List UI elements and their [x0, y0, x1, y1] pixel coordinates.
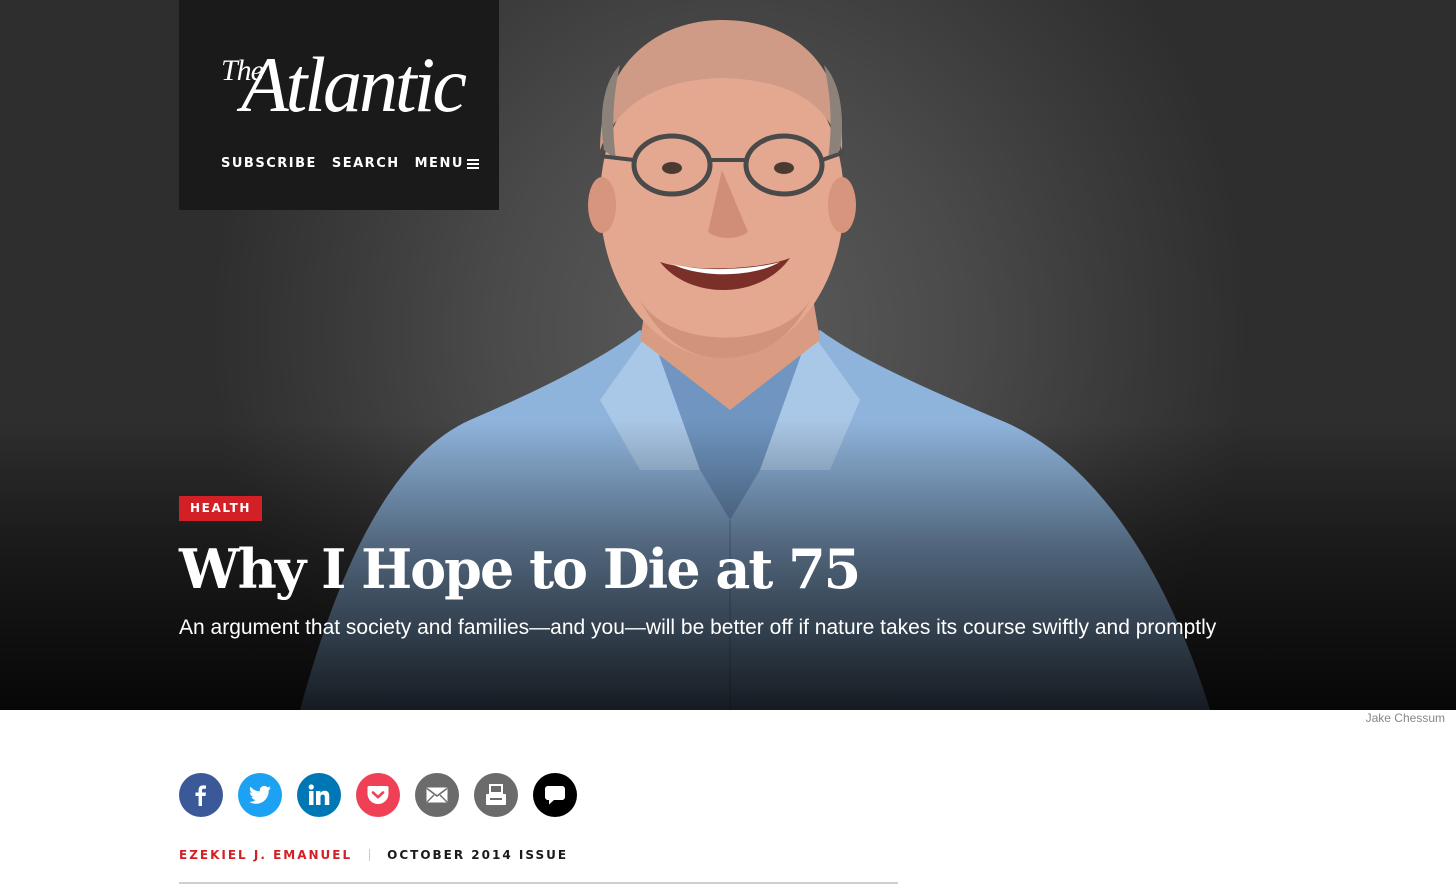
- issue-link[interactable]: OCTOBER 2014 ISSUE: [387, 848, 568, 862]
- byline-rule: [179, 882, 898, 884]
- linkedin-icon: [308, 784, 330, 805]
- atlantic-logo[interactable]: The Atlantic: [221, 41, 471, 138]
- email-icon: [426, 787, 448, 803]
- linkedin-share-button[interactable]: [297, 773, 341, 817]
- author-link[interactable]: EZEKIEL J. EMANUEL: [179, 848, 352, 862]
- hamburger-icon: [466, 159, 479, 169]
- search-link[interactable]: SEARCH: [332, 156, 400, 171]
- share-bar: [179, 773, 577, 817]
- twitter-share-button[interactable]: [238, 773, 282, 817]
- comment-icon: [545, 786, 565, 805]
- menu-button[interactable]: MENU: [415, 156, 479, 171]
- article-byline: EZEKIEL J. EMANUEL OCTOBER 2014 ISSUE: [179, 848, 568, 862]
- subscribe-link[interactable]: SUBSCRIBE: [221, 156, 317, 171]
- print-button[interactable]: [474, 773, 518, 817]
- comment-button[interactable]: [533, 773, 577, 817]
- masthead-box: The Atlantic SUBSCRIBE SEARCH MENU: [179, 0, 499, 210]
- photo-credit: Jake Chessum: [1365, 711, 1445, 725]
- hero-section: The Atlantic SUBSCRIBE SEARCH MENU HEALT…: [0, 0, 1456, 710]
- menu-label: MENU: [414, 156, 464, 171]
- email-share-button[interactable]: [415, 773, 459, 817]
- facebook-share-button[interactable]: [179, 773, 223, 817]
- print-icon: [486, 784, 506, 805]
- byline-divider: [369, 849, 371, 861]
- pocket-icon: [367, 786, 389, 804]
- masthead-nav: SUBSCRIBE SEARCH MENU: [221, 156, 479, 171]
- twitter-icon: [249, 785, 271, 804]
- pocket-share-button[interactable]: [356, 773, 400, 817]
- article-headline: Why I Hope to Die at 75: [179, 537, 861, 601]
- article-dek: An argument that society and families—an…: [179, 616, 1217, 639]
- logo-wordmark: Atlantic: [241, 41, 467, 128]
- facebook-icon: [195, 785, 206, 806]
- section-badge[interactable]: HEALTH: [179, 496, 263, 521]
